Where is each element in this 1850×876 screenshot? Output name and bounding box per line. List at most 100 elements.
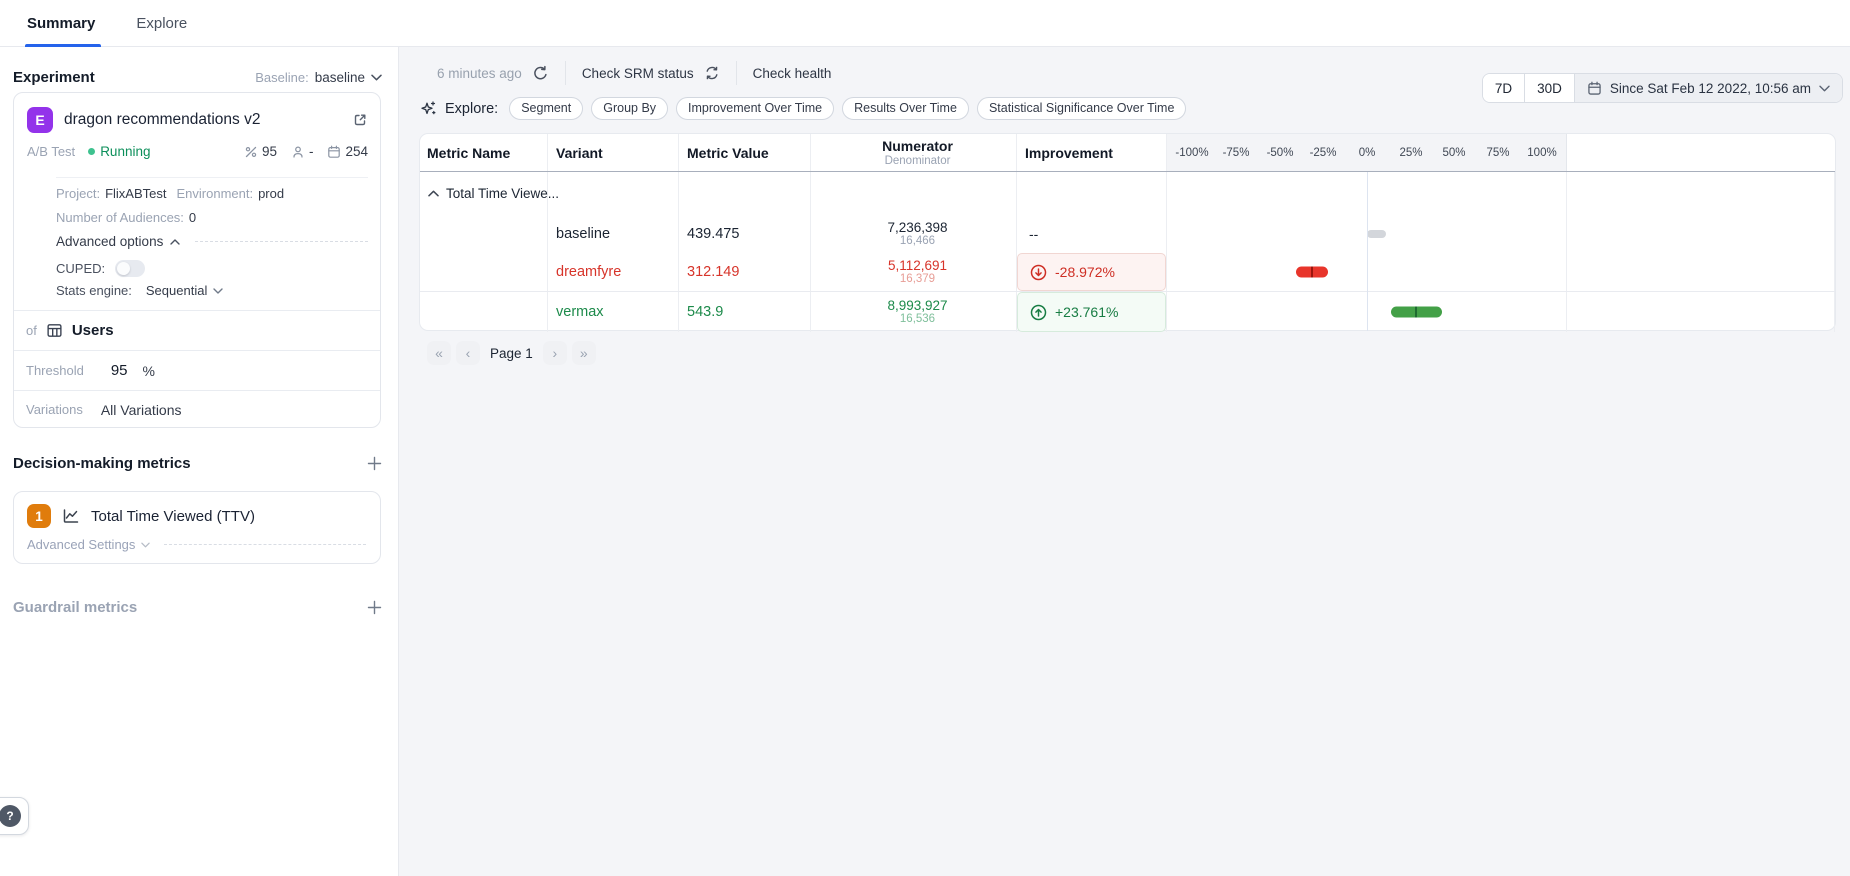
advanced-settings-toggle[interactable]: Advanced Settings (27, 537, 366, 552)
audiences-label: Number of Audiences: (56, 210, 184, 225)
experiment-sidebar: Experiment Baseline: baseline E dragon r… (0, 47, 399, 876)
metric-list-item[interactable]: 1 Total Time Viewed (TTV) (27, 504, 368, 528)
table-row-dreamfyre: dreamfyre 312.149 5,112,691 16,379 -28.9… (420, 253, 1835, 292)
stats-engine-value[interactable]: Sequential (146, 283, 207, 298)
threshold-value[interactable]: 95 (111, 362, 128, 379)
cuped-row: CUPED: (56, 260, 368, 277)
tab-summary-label: Summary (27, 15, 95, 32)
col-filler (1567, 134, 1835, 171)
chip-improvement-over-time[interactable]: Improvement Over Time (676, 97, 834, 120)
numerator-header: Numerator (882, 138, 953, 154)
chevron-down-icon (371, 74, 382, 81)
baseline-selector[interactable]: Baseline: baseline (255, 70, 382, 85)
variations-value[interactable]: All Variations (101, 402, 182, 418)
arrow-up-circle-icon (1030, 304, 1047, 321)
add-decision-metric-button[interactable] (367, 456, 382, 471)
axis-tick: 0% (1359, 147, 1376, 159)
empty-cell (420, 253, 548, 291)
dashed-divider (195, 241, 368, 242)
prev-page-button[interactable]: ‹ (456, 341, 480, 365)
range-30d-button[interactable]: 30D (1525, 74, 1575, 102)
experiment-card-title-row: E dragon recommendations v2 (27, 107, 368, 133)
last-updated-text: 6 minutes ago (437, 66, 522, 81)
experiment-results-page: Summary Explore Experiment Baseline: bas… (0, 0, 1850, 876)
baseline-value: baseline (315, 70, 365, 85)
project-environment-row: Project: FlixABTest Environment: prod (56, 186, 368, 201)
ci-bar-baseline (1367, 230, 1386, 238)
experiment-type-label: A/B Test (27, 144, 75, 159)
metric-group-row: Total Time Viewe... (420, 172, 1835, 214)
chip-results-over-time[interactable]: Results Over Time (842, 97, 969, 120)
improvement-cell: +23.761% (1017, 292, 1167, 332)
stats-engine-label: Stats engine: (56, 283, 132, 298)
external-link-icon[interactable] (352, 112, 368, 128)
project-value: FlixABTest (105, 186, 166, 201)
chevron-up-icon (170, 239, 180, 245)
col-improvement: Improvement (1017, 134, 1167, 171)
unit-type-row: of Users (14, 310, 380, 350)
tab-summary[interactable]: Summary (27, 0, 95, 47)
check-srm-status-button[interactable]: Check SRM status (582, 66, 694, 81)
advanced-options-toggle[interactable]: Advanced options (56, 234, 368, 249)
improvement-badge-negative: -28.972% (1017, 253, 1166, 291)
axis-tick: 100% (1527, 147, 1556, 159)
experiment-stat-icons: 95 - 254 (244, 144, 368, 159)
axis-tick: 75% (1486, 147, 1509, 159)
running-status-dot (88, 148, 95, 155)
srm-sync-icon[interactable] (704, 65, 720, 81)
toolbar-separator (565, 61, 566, 85)
decision-metrics-header: Decision-making metrics (13, 455, 382, 472)
help-icon: ? (0, 805, 21, 827)
days-count-value: 254 (345, 144, 368, 159)
ci-bar-vermax (1391, 307, 1443, 318)
calendar-icon (1587, 81, 1602, 96)
check-health-button[interactable]: Check health (753, 66, 832, 81)
improvement-cell: -- (1017, 214, 1167, 253)
add-guardrail-metric-button[interactable] (367, 600, 382, 615)
range-7d-button[interactable]: 7D (1483, 74, 1525, 102)
numerator-cell: 7,236,398 16,466 (811, 214, 1017, 253)
project-label: Project: (56, 186, 100, 201)
last-page-button[interactable]: » (572, 341, 596, 365)
experiment-section-header: Experiment Baseline: baseline (13, 69, 382, 86)
next-page-button[interactable]: › (543, 341, 567, 365)
numerator-value: 5,112,691 (888, 258, 947, 273)
audiences-value: 0 (189, 210, 196, 225)
first-page-button[interactable]: « (427, 341, 451, 365)
ci-bar-dreamfyre (1296, 267, 1327, 278)
chip-segment[interactable]: Segment (509, 97, 583, 120)
table-row-vermax: vermax 543.9 8,993,927 16,536 +23.761% (420, 292, 1835, 332)
decision-metrics-title: Decision-making metrics (13, 455, 191, 472)
results-table-header: Metric Name Variant Metric Value Numerat… (420, 134, 1835, 172)
baseline-label: Baseline: (255, 70, 308, 85)
axis-tick: -100% (1175, 147, 1208, 159)
improvement-cell: -28.972% (1017, 253, 1167, 291)
threshold-row: Threshold 95 % (14, 350, 380, 390)
results-main-area: 6 minutes ago Check SRM status Check hea… (399, 47, 1850, 876)
help-button[interactable]: ? (0, 797, 29, 835)
refresh-icon[interactable] (532, 65, 549, 82)
empty-cell (420, 214, 548, 253)
environment-label: Environment: (176, 186, 253, 201)
chevron-down-icon[interactable] (213, 288, 223, 294)
metric-group-toggle[interactable]: Total Time Viewe... (420, 172, 548, 214)
date-range-control: 7D 30D Since Sat Feb 12 2022, 10:56 am (1482, 73, 1843, 103)
guardrail-metrics-title: Guardrail metrics (13, 599, 137, 616)
empty-cell (811, 172, 1017, 214)
variant-name: baseline (548, 214, 679, 253)
cuped-label: CUPED: (56, 261, 105, 276)
allocation-percent-icon (244, 145, 258, 159)
date-range-picker[interactable]: Since Sat Feb 12 2022, 10:56 am (1575, 74, 1842, 102)
chip-group-by[interactable]: Group By (591, 97, 668, 120)
arrow-down-circle-icon (1030, 264, 1047, 281)
improvement-badge-positive: +23.761% (1017, 292, 1166, 332)
chevron-down-icon (141, 542, 150, 548)
tab-explore[interactable]: Explore (136, 0, 187, 47)
chip-statistical-significance[interactable]: Statistical Significance Over Time (977, 97, 1187, 120)
unit-type-value[interactable]: Users (72, 322, 114, 339)
variations-label: Variations (26, 402, 83, 417)
ci-midpoint-tick (1415, 307, 1417, 318)
cuped-toggle[interactable] (115, 260, 145, 277)
axis-tick: -75% (1223, 147, 1250, 159)
col-metric-value: Metric Value (679, 134, 811, 171)
